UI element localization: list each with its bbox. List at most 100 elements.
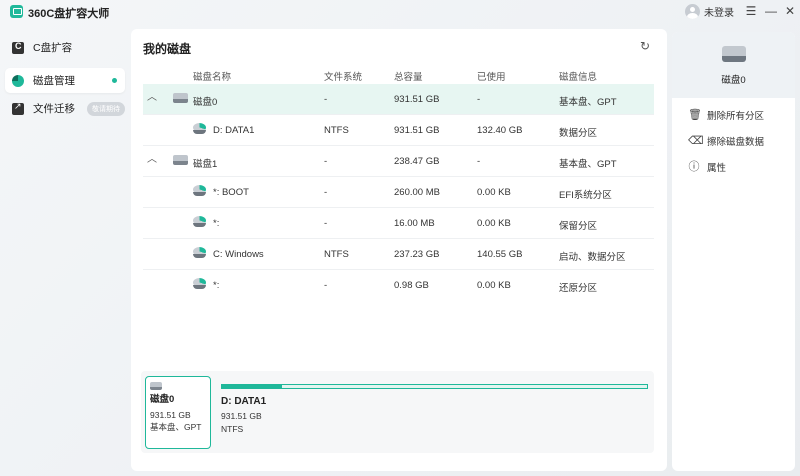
row-info: 还原分区 (559, 283, 598, 294)
table-row-boot[interactable]: *: BOOT - 260.00 MB 0.00 KB EFI系统分区 (143, 177, 654, 208)
row-info: 基本盘、GPT (559, 97, 617, 108)
collapse-icon[interactable]: ︿ (147, 93, 157, 103)
table-row-c-windows[interactable]: C: Windows NTFS 237.23 GB 140.55 GB 启动、数… (143, 239, 654, 270)
col-total: 总容量 (394, 72, 423, 83)
row-used: - (477, 94, 481, 105)
row-name: 磁盘1 (193, 159, 218, 170)
col-disk-name: 磁盘名称 (193, 72, 232, 83)
sidebar-item-disk-manage[interactable]: 磁盘管理 (5, 68, 125, 93)
action-label: 属性 (707, 163, 727, 174)
c-drive-icon (12, 41, 24, 54)
refresh-icon[interactable]: ↻ (640, 40, 652, 52)
disk-icon (173, 93, 188, 104)
row-info: 数据分区 (559, 128, 598, 139)
coming-soon-badge: 敬请期待 (87, 101, 125, 116)
app-logo-icon (10, 5, 23, 18)
sidebar-item-label: 文件迁移 (33, 103, 75, 115)
row-info: 基本盘、GPT (559, 159, 617, 170)
row-name: D: DATA1 (213, 125, 255, 136)
row-name: *: BOOT (213, 187, 249, 198)
row-name: *: (213, 218, 220, 229)
table-row-disk1[interactable]: ︿ 磁盘1 - 238.47 GB - 基本盘、GPT (143, 146, 654, 177)
table-row-recovery[interactable]: *: - 0.98 GB 0.00 KB 还原分区 (143, 270, 654, 301)
col-used: 已使用 (477, 72, 506, 83)
partition-icon (193, 216, 206, 229)
row-name: 磁盘0 (193, 97, 218, 108)
disk-actions-panel: 磁盘0 🗑 删除所有分区 ⌫ 擦除磁盘数据 ⓘ 属性 (672, 32, 795, 471)
row-total: 237.23 GB (394, 249, 440, 260)
wipe-disk-button[interactable]: ⌫ 擦除磁盘数据 (688, 133, 764, 149)
app-title: 360C盘扩容大师 (28, 8, 110, 20)
row-total: 260.00 MB (394, 187, 440, 198)
row-fs: - (324, 94, 328, 105)
table-header: 磁盘名称 文件系统 总容量 已使用 磁盘信息 (131, 67, 667, 85)
disk-panel: 我的磁盘 ↻ 磁盘名称 文件系统 总容量 已使用 磁盘信息 ︿ 磁盘0 - 93… (131, 29, 667, 471)
table-row-reserved[interactable]: *: - 16.00 MB 0.00 KB 保留分区 (143, 208, 654, 239)
partition-fs: NTFS (221, 424, 244, 434)
row-name: C: Windows (213, 249, 264, 260)
row-used: - (477, 156, 481, 167)
user-login[interactable]: 未登录 (685, 4, 734, 19)
row-total: 238.47 GB (394, 156, 440, 167)
row-total: 931.51 GB (394, 125, 440, 136)
close-icon[interactable]: ✕ (782, 3, 798, 19)
avatar-icon (685, 4, 700, 19)
table-row-d-data1[interactable]: D: DATA1 NTFS 931.51 GB 132.40 GB 数据分区 (143, 115, 654, 146)
eraser-icon: ⌫ (688, 135, 704, 147)
hamburger-icon[interactable]: ☰ (743, 3, 759, 19)
row-info: EFI系统分区 (559, 190, 612, 201)
partition-icon (193, 247, 206, 260)
sidebar-item-c-expand[interactable]: C盘扩容 (5, 35, 125, 60)
row-info: 保留分区 (559, 221, 598, 232)
row-used: 0.00 KB (477, 280, 511, 291)
partition-name: D: DATA1 (221, 396, 267, 407)
login-label: 未登录 (704, 8, 734, 19)
row-total: 0.98 GB (394, 280, 429, 291)
disk-icon (150, 382, 162, 391)
active-dot (112, 78, 117, 83)
pie-chart-icon (12, 74, 24, 87)
partition-icon (193, 278, 206, 291)
col-info: 磁盘信息 (559, 72, 598, 83)
disk-map-size: 931.51 GB (150, 410, 191, 420)
action-label: 擦除磁盘数据 (707, 137, 765, 148)
minimize-icon[interactable]: — (763, 3, 779, 19)
row-used: 0.00 KB (477, 218, 511, 229)
collapse-icon[interactable]: ︿ (147, 155, 157, 165)
disk-map-disk0[interactable]: 磁盘0 931.51 GB 基本盘、GPT (145, 376, 211, 449)
sidebar-item-label: 磁盘管理 (33, 75, 75, 87)
row-fs: NTFS (324, 249, 349, 260)
row-info: 启动、数据分区 (559, 252, 626, 263)
partition-usage-bar (221, 384, 648, 389)
trash-icon: 🗑 (688, 109, 702, 121)
row-used: 132.40 GB (477, 125, 523, 136)
disk-map-name: 磁盘0 (150, 394, 175, 405)
delete-all-partitions-button[interactable]: 🗑 删除所有分区 (688, 107, 764, 123)
partition-size: 931.51 GB (221, 411, 262, 421)
properties-button[interactable]: ⓘ 属性 (688, 159, 727, 175)
side-disk-name: 磁盘0 (721, 75, 746, 86)
row-total: 931.51 GB (394, 94, 440, 105)
disk-icon (722, 46, 746, 64)
row-used: 0.00 KB (477, 187, 511, 198)
title-bar: 360C盘扩容大师 未登录 ☰ — ✕ (0, 0, 800, 24)
side-header: 磁盘0 (672, 32, 795, 98)
disk-map: 磁盘0 931.51 GB 基本盘、GPT D: DATA1 931.51 GB… (141, 371, 654, 453)
row-fs: - (324, 280, 328, 291)
table-row-disk0[interactable]: ︿ 磁盘0 - 931.51 GB - 基本盘、GPT (143, 84, 654, 115)
row-fs: NTFS (324, 125, 349, 136)
action-label: 删除所有分区 (707, 111, 765, 122)
page-title: 我的磁盘 (143, 42, 192, 56)
row-total: 16.00 MB (394, 218, 435, 229)
partition-usage-fill (222, 385, 283, 388)
row-fs: - (324, 218, 328, 229)
col-fs: 文件系统 (324, 72, 363, 83)
disk-map-info: 基本盘、GPT (150, 422, 202, 432)
sidebar-item-label: C盘扩容 (33, 42, 73, 54)
sidebar-item-file-move[interactable]: 文件迁移 敬请期待 (5, 96, 125, 121)
file-move-icon (12, 101, 24, 115)
info-icon: ⓘ (688, 161, 700, 173)
row-used: 140.55 GB (477, 249, 523, 260)
disk-map-partition[interactable]: D: DATA1 931.51 GB NTFS (219, 376, 650, 449)
row-fs: - (324, 187, 328, 198)
